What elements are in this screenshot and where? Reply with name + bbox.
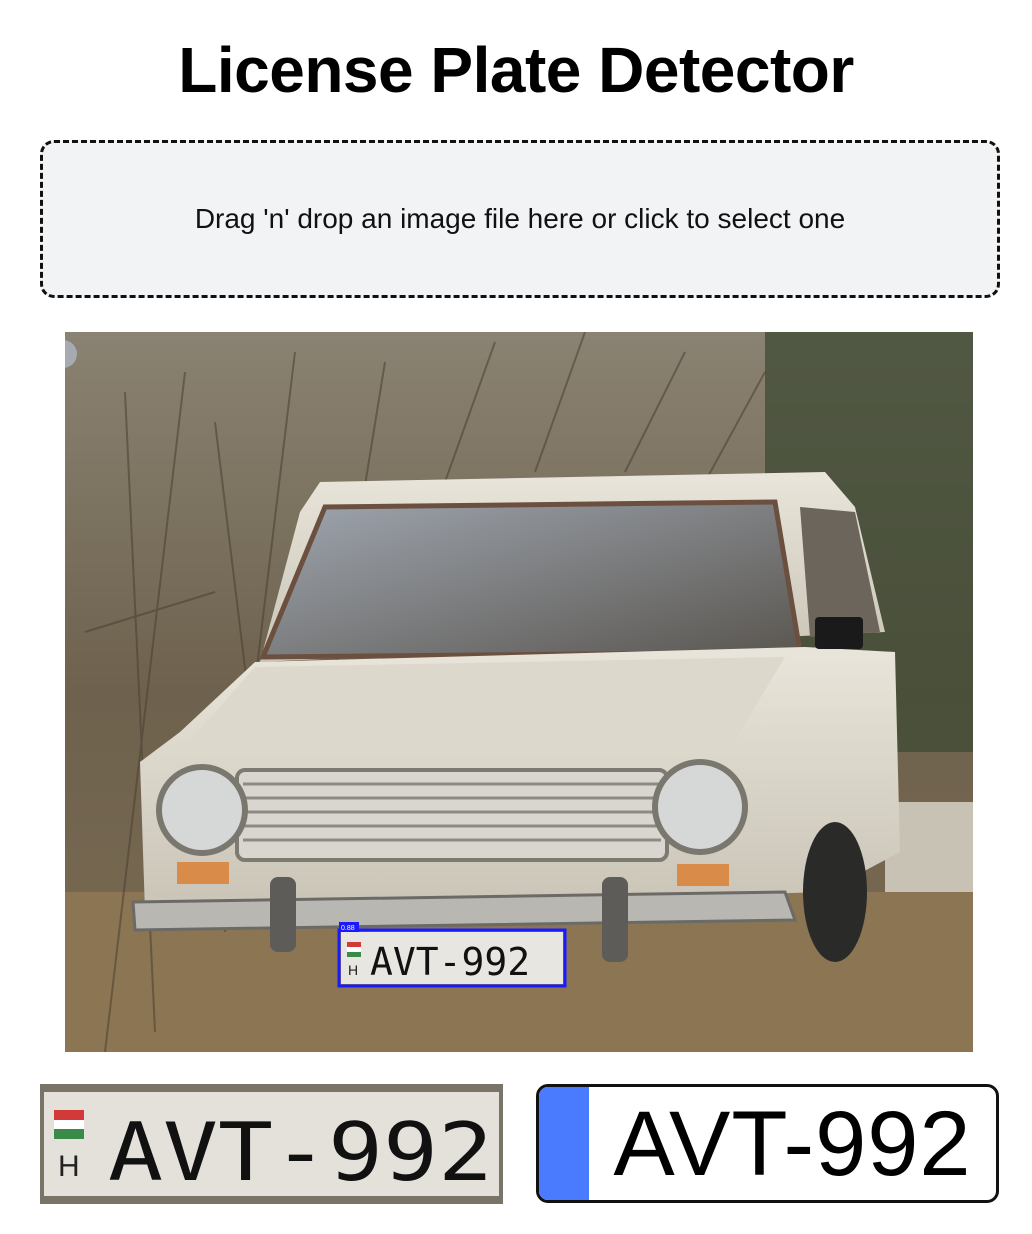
page: License Plate Detector Drag 'n' drop an … [0,0,1032,1234]
hood [180,657,785,757]
confidence-label: 0.88 [341,925,355,932]
headlight-right [652,759,748,855]
crop-country-code: H [58,1150,80,1183]
side-mirror [815,617,863,649]
car-photo: H AVT-992 0.88 [65,332,973,1052]
hu-flag-red [347,942,361,947]
crop-flag-green [54,1129,84,1139]
recognized-plate: AVT-992 [536,1084,999,1203]
plate-characters: AVT-992 [370,940,530,984]
hu-flag-white [347,947,361,952]
plate-country-band [539,1087,589,1200]
uploaded-car-image: H AVT-992 0.88 [65,332,973,1052]
hu-flag-green [347,952,361,957]
indicator-left [177,862,229,884]
plate-country-code: H [348,962,358,978]
bumper-guard-left [270,877,296,952]
dropzone-prompt: Drag 'n' drop an image file here or clic… [194,203,846,234]
headlight-left [156,764,248,856]
indicator-right [677,864,729,886]
plate-crop-svg: H AVT-992 [40,1084,503,1204]
crop-flag-red [54,1110,84,1120]
image-dropzone[interactable]: Drag 'n' drop an image file here or clic… [40,140,1000,298]
front-wheel [803,822,867,962]
plate-crop-image: H AVT-992 [40,1084,503,1204]
recognized-plate-text: AVT-992 [613,1092,972,1195]
crop-plate-characters: AVT-992 [108,1106,493,1199]
windshield [259,499,803,660]
crop-flag-white [54,1120,84,1129]
page-title: License Plate Detector [178,34,854,106]
bumper-guard-right [602,877,628,962]
